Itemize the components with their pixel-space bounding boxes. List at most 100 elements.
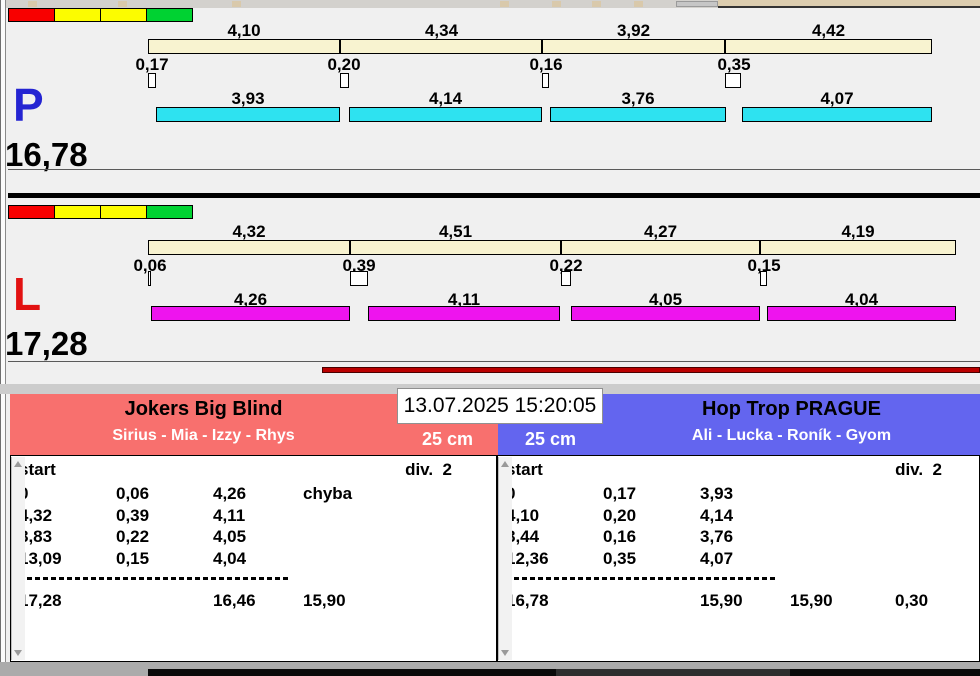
lane-letter: L <box>13 268 42 320</box>
heat-progress-bar <box>322 367 980 373</box>
window-edge-tick <box>634 1 643 7</box>
split-divider <box>349 241 351 254</box>
net-time-label: 4,14 <box>428 89 463 108</box>
result-cell: 4,11 <box>213 506 246 525</box>
results-header-division: div. 2 <box>405 460 452 479</box>
split-time-label: 4,10 <box>227 21 261 40</box>
net-time-label: 3,93 <box>231 89 265 108</box>
team-name: Jokers Big Blind <box>124 398 283 420</box>
net-time-bar <box>767 306 956 321</box>
result-cell: 3,76 <box>700 527 734 546</box>
total-cell: 16,78 <box>506 591 549 610</box>
split-divider <box>724 40 726 53</box>
traffic-light-2 <box>100 8 147 22</box>
team-members: Ali - Lucka - Roník - Gyom <box>691 427 892 444</box>
pause-box <box>561 271 571 286</box>
split-divider <box>759 241 761 254</box>
scroll-down-arrow[interactable] <box>14 650 22 656</box>
split-divider <box>541 40 543 53</box>
pause-box <box>542 73 549 88</box>
net-time-bar <box>571 306 760 321</box>
lane-separator <box>8 361 980 362</box>
result-cell: 3,93 <box>700 484 734 503</box>
table-scrollbar[interactable] <box>11 457 25 660</box>
result-cell: 0,06 <box>116 484 150 503</box>
window-edge-tick <box>592 1 601 7</box>
net-time-bar <box>156 107 340 122</box>
pause-time-label: 0,35 <box>717 55 751 74</box>
split-time-label: 4,51 <box>438 222 473 241</box>
traffic-light-1 <box>54 8 101 22</box>
net-time-bar <box>368 306 560 321</box>
pause-box <box>350 271 368 286</box>
traffic-light-2 <box>100 205 147 219</box>
lane-total-time: 16,78 <box>5 136 88 173</box>
result-cell: 13,09 <box>19 549 62 568</box>
result-cell: 0,39 <box>116 506 150 525</box>
scroll-down-arrow[interactable] <box>501 650 509 656</box>
lane-letter: P <box>13 79 44 131</box>
results-table: startdiv. 200,173,934,100,204,148,440,16… <box>497 455 980 662</box>
split-time-label: 4,19 <box>841 222 875 241</box>
total-cell: 0,30 <box>895 591 929 610</box>
result-cell: 0,17 <box>603 484 637 503</box>
result-cell: 0,16 <box>603 527 637 546</box>
team-members: Sirius - Mia - Izzy - Rhys <box>112 427 295 444</box>
table-scrollbar[interactable] <box>498 457 512 660</box>
result-cell: 0,15 <box>116 549 150 568</box>
lane-separator <box>8 169 980 170</box>
result-cell: 12,36 <box>506 549 549 568</box>
result-cell: 4,07 <box>700 549 734 568</box>
split-time-label: 4,27 <box>643 222 678 241</box>
traffic-light-3 <box>146 8 193 22</box>
result-cell: 0,22 <box>116 527 150 546</box>
window-edge-tick <box>28 1 37 7</box>
net-time-bar <box>550 107 726 122</box>
split-divider <box>339 40 341 53</box>
pause-box <box>148 271 151 286</box>
traffic-light-3 <box>146 205 193 219</box>
scroll-up-arrow[interactable] <box>501 461 509 467</box>
taskbar-gray-segment <box>556 669 790 676</box>
window-edge-tick <box>552 1 561 7</box>
window-edge-tick <box>500 1 509 7</box>
pause-time-label: 0,16 <box>529 55 563 74</box>
result-cell: 4,26 <box>213 484 247 503</box>
result-cell: 0,20 <box>603 506 637 525</box>
split-time-label: 3,92 <box>616 21 651 40</box>
traffic-light-1 <box>54 205 101 219</box>
result-cell: chyba <box>303 484 353 503</box>
top-edge-scroll-thumb[interactable] <box>676 1 718 7</box>
result-cell: 4,04 <box>213 549 247 568</box>
total-cell: 16,46 <box>213 591 256 610</box>
split-time-bar <box>148 240 956 255</box>
result-cell: 4,14 <box>700 506 734 525</box>
net-time-bar <box>349 107 542 122</box>
pause-time-label: 0,20 <box>327 55 361 74</box>
top-edge-tan-strip <box>718 0 980 8</box>
lane-total-time: 17,28 <box>5 325 88 362</box>
net-time-bar <box>742 107 932 122</box>
result-cell: 0,35 <box>603 549 637 568</box>
timestamp-text: 13.07.2025 15:20:05 <box>403 394 597 417</box>
split-divider <box>560 241 562 254</box>
total-cell: 15,90 <box>790 591 833 610</box>
net-time-label: 4,07 <box>820 89 854 108</box>
results-table: startdiv. 200,064,26chyba4,320,394,118,8… <box>10 455 497 662</box>
pause-box <box>340 73 349 88</box>
pause-box <box>760 271 767 286</box>
scroll-up-arrow[interactable] <box>14 461 22 467</box>
window-edge-tick <box>232 1 241 7</box>
traffic-light-0 <box>8 8 55 22</box>
team-name: Hop Trop PRAGUE <box>702 398 881 420</box>
lane-divider-bar <box>8 193 980 198</box>
jump-height-label: 25 cm <box>421 429 474 449</box>
pause-time-label: 0,17 <box>135 55 169 74</box>
timestamp-box: 13.07.2025 15:20:05 <box>397 388 603 424</box>
net-time-label: 3,76 <box>621 89 655 108</box>
result-cell: 4,05 <box>213 527 247 546</box>
total-cell: 17,28 <box>19 591 62 610</box>
results-header-division: div. 2 <box>895 460 942 479</box>
split-time-label: 4,34 <box>424 21 459 40</box>
results-divider-dashes <box>19 577 289 580</box>
